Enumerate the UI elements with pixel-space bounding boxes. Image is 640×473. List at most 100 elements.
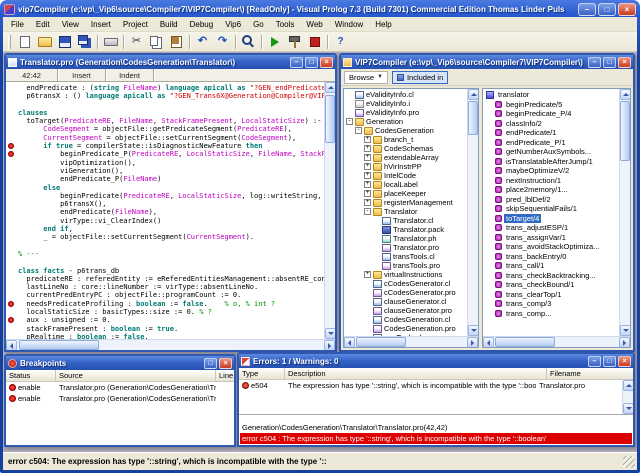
breakpoint-row[interactable]: enableTranslator.pro (Generation\CodesGe… — [6, 382, 234, 393]
errors-minimize-button[interactable]: – — [588, 356, 601, 367]
code-line[interactable]: end if, — [6, 225, 324, 233]
cut-button[interactable] — [127, 33, 146, 50]
scroll-right-icon[interactable] — [324, 340, 335, 351]
code-line[interactable]: viGeneration(), — [6, 167, 324, 175]
code-line[interactable]: aux : unsigned := 0. — [6, 316, 324, 324]
code-line[interactable]: beginPredicate(PredicateRE, LocalStaticS… — [6, 192, 324, 200]
build-button[interactable] — [285, 33, 304, 50]
menu-item-help[interactable]: Help — [369, 19, 397, 30]
code-line[interactable]: vipOptimization(), — [6, 159, 324, 167]
tree-expander[interactable]: + — [364, 190, 371, 197]
scroll-up-icon[interactable] — [620, 89, 630, 100]
tree-item[interactable]: +registerManagement — [344, 198, 467, 207]
code-line[interactable]: localStaticSize : basicTypes::size := 0.… — [6, 308, 324, 316]
code-line[interactable] — [6, 101, 324, 109]
column-header-type[interactable]: Type — [239, 368, 285, 379]
error-detail-selected[interactable]: error c504 : The expression has type '::… — [240, 433, 632, 444]
scroll-left-icon[interactable] — [344, 337, 355, 348]
menu-item-window[interactable]: Window — [329, 19, 369, 30]
scroll-down-icon[interactable] — [325, 328, 335, 339]
tree-expander[interactable]: - — [364, 208, 371, 215]
code-line[interactable]: p6transX(), — [6, 200, 324, 208]
browse-item[interactable]: toTarget/4 — [483, 214, 619, 224]
menu-item-build[interactable]: Build — [154, 19, 184, 30]
browse-item[interactable]: trans_comp/3 — [483, 299, 619, 309]
scroll-thumb[interactable] — [495, 337, 555, 347]
code-line[interactable]: virType::vi_ClearIndex() — [6, 217, 324, 225]
code-line[interactable]: else — [6, 184, 324, 192]
tree-item[interactable]: CodesGeneration.pro — [344, 324, 467, 333]
menu-item-go[interactable]: Go — [247, 19, 270, 30]
browse-item[interactable]: trans_backEntry/0 — [483, 252, 619, 262]
tree-item[interactable]: +extendableArray — [344, 153, 467, 162]
tree-item[interactable]: -Translator — [344, 207, 467, 216]
breakpoint-marker[interactable] — [8, 301, 14, 307]
column-header-status[interactable]: Status — [6, 370, 56, 381]
tree-item[interactable]: eValidityInfo.i — [344, 99, 467, 108]
tree-item[interactable]: clauseGenerator.cl — [344, 297, 467, 306]
tree-expander[interactable]: - — [355, 127, 362, 134]
browse-item[interactable]: trans_avoidStackOptimiza... — [483, 242, 619, 252]
tree-item[interactable]: eValidityInfo.pro — [344, 108, 467, 117]
code-line[interactable]: CodeSegment = objectFile::getPredicateSe… — [6, 125, 324, 133]
scroll-right-icon[interactable] — [619, 337, 630, 348]
menu-item-debug[interactable]: Debug — [184, 19, 220, 30]
included-in-button[interactable]: Included in — [392, 71, 448, 84]
editor-restore-button[interactable]: □ — [305, 57, 318, 68]
browse-item[interactable]: classInfo/2 — [483, 119, 619, 129]
paste-button[interactable] — [167, 33, 186, 50]
breakpoint-marker[interactable] — [8, 151, 14, 157]
menu-item-edit[interactable]: Edit — [30, 19, 56, 30]
scroll-down-icon[interactable] — [468, 325, 478, 336]
code-line[interactable]: predicateRE : referedEntity := eReferedE… — [6, 275, 324, 283]
code-line[interactable]: needsPredicateProfiling : boolean := fal… — [6, 300, 324, 308]
scroll-thumb[interactable] — [356, 337, 406, 347]
tree-item[interactable]: +CodeSchemas — [344, 144, 467, 153]
tree-horizontal-scrollbar[interactable] — [344, 336, 478, 347]
browse-item[interactable]: place2memory/1... — [483, 185, 619, 195]
code-line[interactable] — [6, 242, 324, 250]
browse-dropdown[interactable]: Browse ▼ — [344, 71, 388, 84]
code-line[interactable]: _ = objectFile::setCurrentSegment(Curren… — [6, 233, 324, 241]
scroll-down-icon[interactable] — [623, 403, 633, 414]
error-row[interactable]: e504The expression has type '::string', … — [239, 380, 622, 390]
project-close-button[interactable]: × — [618, 57, 631, 68]
browse-item[interactable]: isTranslatableAfterJump/1 — [483, 157, 619, 167]
scroll-up-icon[interactable] — [325, 82, 335, 93]
tree-item[interactable]: +placeKeeper — [344, 189, 467, 198]
scroll-thumb[interactable] — [620, 101, 630, 161]
tree-item[interactable]: +virtualInstructions — [344, 270, 467, 279]
tree-vertical-scrollbar[interactable] — [467, 89, 478, 336]
scroll-up-icon[interactable] — [623, 380, 633, 391]
breakpoint-row[interactable]: enableTranslator.pro (Generation\CodesGe… — [6, 393, 234, 404]
code-line[interactable]: class facts - p6trans_db — [6, 267, 324, 275]
browse-item[interactable]: trans_checkBacktracking... — [483, 271, 619, 281]
undo-button[interactable] — [193, 33, 212, 50]
code-line[interactable]: beginPredicate_P(PredicateRE, LocalStati… — [6, 150, 324, 158]
redo-button[interactable] — [213, 33, 232, 50]
tree-item[interactable]: -CodesGeneration — [344, 126, 467, 135]
scroll-down-icon[interactable] — [620, 325, 630, 336]
project-title-bar[interactable]: VIP7Compiler (e:\vp\_Vip6\source\Compile… — [341, 55, 633, 69]
code-line[interactable]: currentPredEntryPC : objectFile::program… — [6, 291, 324, 299]
print-button[interactable] — [101, 33, 120, 50]
tree-expander[interactable]: + — [364, 154, 371, 161]
editor-minimize-button[interactable]: – — [290, 57, 303, 68]
column-header-line[interactable]: Line — [216, 370, 234, 381]
project-minimize-button[interactable]: – — [588, 57, 601, 68]
saveall-button[interactable] — [75, 33, 94, 50]
tree-expander[interactable]: + — [364, 271, 371, 278]
save-button[interactable] — [55, 33, 74, 50]
tree-item[interactable]: Translator.pack — [344, 225, 467, 234]
browse-item[interactable]: endPredicate_P/1 — [483, 138, 619, 148]
errors-restore-button[interactable]: □ — [603, 356, 616, 367]
breakpoints-title-bar[interactable]: Breakpoints □ × — [6, 356, 234, 370]
open-button[interactable] — [35, 33, 54, 50]
scroll-thumb[interactable] — [468, 101, 478, 135]
browse-item[interactable]: trans_checkBound/1 — [483, 280, 619, 290]
browse-item[interactable]: trans_assignVar/1 — [483, 233, 619, 243]
resize-grip[interactable] — [623, 456, 635, 468]
code-line[interactable]: lastLineNo : core::lineNumber := virType… — [6, 283, 324, 291]
scroll-right-icon[interactable] — [467, 337, 478, 348]
code-line[interactable]: % --- — [6, 250, 324, 258]
